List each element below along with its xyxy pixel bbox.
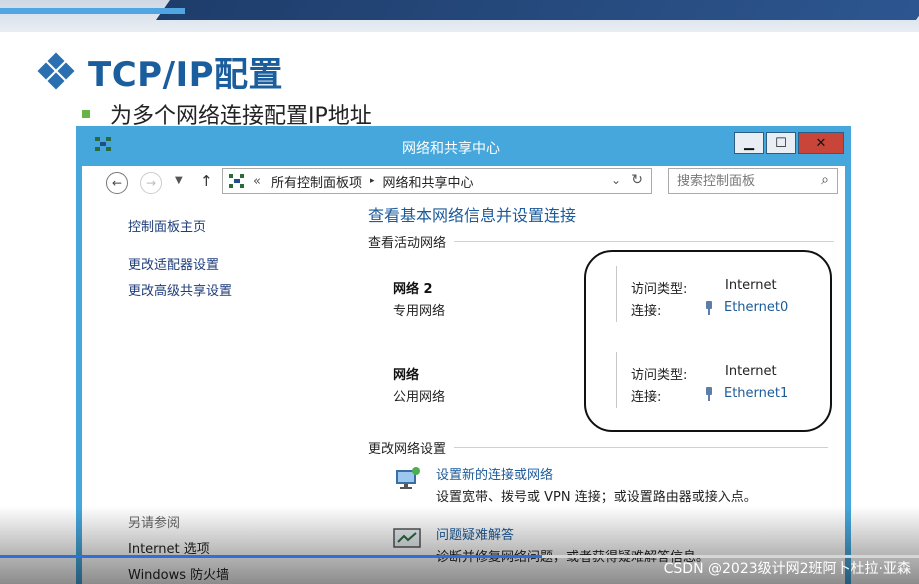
breadcrumb-network-center[interactable]: 网络和共享中心 [383, 172, 474, 191]
change-advanced-sharing-link[interactable]: 更改高级共享设置 [128, 280, 232, 299]
window-content: ← → ▼ ↑ « 所有控制面板项 ▸ 网络和共享中心 ⌄ ↻ ⌕ [82, 166, 845, 584]
breadcrumb-all-items[interactable]: 所有控制面板项 [271, 172, 362, 191]
forward-arrow-icon[interactable]: → [140, 172, 162, 194]
network-app-icon [95, 137, 111, 151]
troubleshoot-icon [393, 528, 421, 548]
network-2-name: 网络 2 [393, 282, 433, 297]
active-networks-section: 查看活动网络 [368, 232, 835, 251]
up-arrow-icon[interactable]: ↑ [200, 172, 213, 190]
overflow-chevron-icon[interactable]: « [253, 174, 261, 189]
diamond-bullet-icon [37, 52, 75, 90]
page-title: 查看基本网络信息并设置连接 [368, 206, 577, 225]
control-panel-icon [229, 174, 244, 188]
navigation-bar: ← → ▼ ↑ « 所有控制面板项 ▸ 网络和共享中心 ⌄ ↻ ⌕ [82, 166, 845, 196]
main-pane: 查看基本网络信息并设置连接 查看活动网络 网络 2 专用网络 访问类型: Int… [368, 202, 838, 584]
refresh-icon[interactable]: ↻ [631, 172, 643, 188]
watermark: CSDN @2023级计网2班阿卜杜拉·亚森 [663, 561, 911, 577]
change-settings-label: 更改网络设置 [368, 442, 447, 457]
control-panel-home-link[interactable]: 控制面板主页 [128, 216, 206, 235]
network-sharing-center-window: 网络和共享中心 ▁ ☐ ✕ ← → ▼ ↑ « 所有控制面板项 ▸ 网络和共享中… [76, 126, 851, 584]
section-divider [454, 241, 835, 242]
slide-title: TCP/IP配置 [37, 48, 284, 95]
setup-connection-description: 设置宽带、拨号或 VPN 连接；或设置路由器或接入点。 [436, 490, 757, 505]
search-icon[interactable]: ⌕ [821, 172, 829, 188]
new-connection-icon [396, 467, 420, 489]
active-networks-label: 查看活动网络 [368, 236, 447, 251]
minimize-button[interactable]: ▁ [734, 132, 764, 154]
section-divider [454, 447, 829, 448]
maximize-button[interactable]: ☐ [766, 132, 796, 154]
video-progress-fill [0, 555, 543, 558]
address-dropdown-icon[interactable]: ⌄ [611, 173, 621, 187]
search-box[interactable]: ⌕ [668, 168, 838, 194]
slide-title-text: TCP/IP配置 [88, 54, 284, 95]
left-pane: 控制面板主页 更改适配器设置 更改高级共享设置 另请参阅 Internet 选项… [82, 202, 352, 584]
recent-pages-chevron-icon[interactable]: ▼ [175, 175, 183, 186]
see-also-label: 另请参阅 [128, 516, 181, 531]
annotation-oval [584, 250, 832, 432]
breadcrumb-separator-icon[interactable]: ▸ [370, 176, 375, 186]
window-title: 网络和共享中心 [402, 141, 500, 157]
address-bar[interactable]: « 所有控制面板项 ▸ 网络和共享中心 ⌄ ↻ [222, 168, 652, 194]
search-input[interactable] [677, 172, 807, 190]
network-2-category[interactable]: 专用网络 [393, 300, 445, 319]
change-settings-section: 更改网络设置 [368, 438, 829, 457]
change-adapter-settings-link[interactable]: 更改适配器设置 [128, 254, 219, 273]
network-category[interactable]: 公用网络 [393, 386, 445, 405]
network-name: 网络 [393, 368, 420, 383]
slide-header-band [0, 0, 919, 32]
close-button[interactable]: ✕ [798, 132, 844, 154]
back-arrow-icon[interactable]: ← [106, 172, 128, 194]
troubleshoot-link[interactable]: 问题疑难解答 [436, 524, 514, 543]
setup-connection-link[interactable]: 设置新的连接或网络 [436, 464, 553, 483]
window-titlebar[interactable]: 网络和共享中心 ▁ ☐ ✕ [82, 126, 845, 166]
square-bullet-icon [82, 110, 90, 118]
windows-firewall-link[interactable]: Windows 防火墙 [128, 564, 229, 583]
